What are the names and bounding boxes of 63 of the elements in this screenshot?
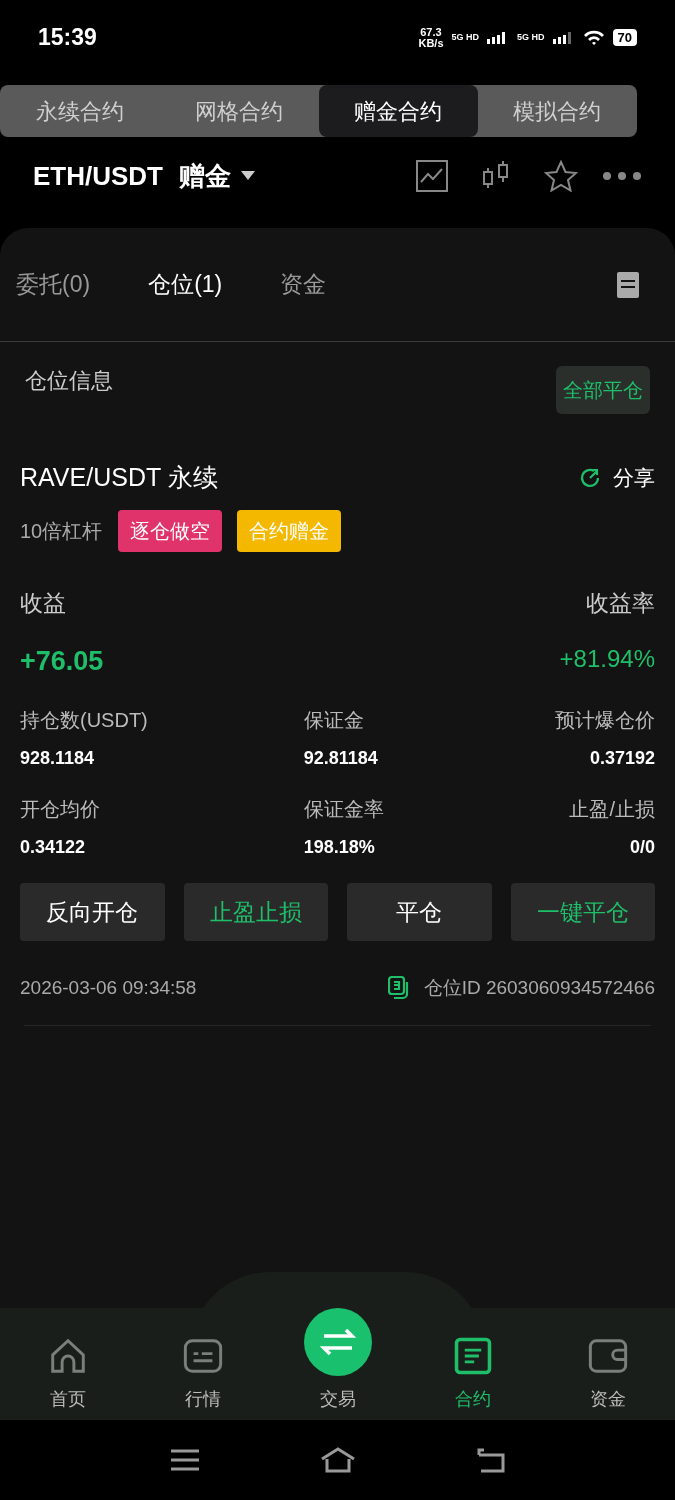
battery-icon: 70	[612, 29, 637, 46]
nav-item[interactable]: 资金	[540, 1308, 675, 1425]
symbol-title: RAVE/USDT 永续	[20, 462, 218, 494]
contract-tab[interactable]: 永续合约	[0, 85, 160, 137]
action-button[interactable]: 平仓	[347, 883, 492, 941]
nav-item[interactable]: 行情	[135, 1308, 270, 1425]
contract-tab[interactable]: 模拟合约	[477, 85, 637, 137]
dropdown-icon[interactable]	[241, 171, 255, 181]
star-icon[interactable]	[544, 160, 578, 192]
field-label: 持仓数(USDT)	[20, 708, 148, 733]
action-button[interactable]: 一键平仓	[510, 883, 655, 941]
panel-tab[interactable]: 委托(0)	[16, 267, 91, 302]
position-tag: 合约赠金	[237, 510, 342, 552]
field-value: 928.1184	[20, 747, 95, 770]
position-id: 仓位ID 2603060934572466	[423, 975, 655, 1000]
action-button[interactable]: 反向开仓	[20, 883, 165, 941]
signal-label: 5G HD	[451, 30, 479, 44]
contract-tab[interactable]: 赠金合约	[318, 85, 478, 137]
document-icon[interactable]	[617, 271, 639, 298]
pnl-rate-value: +81.94%	[559, 643, 655, 674]
field-value: 0/0	[629, 836, 655, 859]
copy-icon[interactable]	[387, 976, 410, 1000]
panel-tab[interactable]: 资金	[280, 267, 327, 302]
field-value: 198.18%	[303, 836, 375, 859]
field-value: 92.81184	[303, 747, 378, 770]
speed-unit: KB/s	[418, 37, 444, 49]
field-label: 保证金	[303, 708, 364, 733]
chart-icon[interactable]	[416, 160, 448, 192]
nav-item[interactable]: 首页	[0, 1308, 135, 1425]
mode-label[interactable]: 赠金	[179, 156, 231, 196]
wifi-icon	[582, 29, 605, 46]
leverage-label: 10倍杠杆	[20, 519, 103, 544]
field-label: 止盈/止损	[569, 797, 655, 822]
section-title: 仓位信息	[25, 366, 113, 395]
chart-board-icon[interactable]	[181, 1336, 224, 1376]
nav-item[interactable]: 合约	[405, 1308, 540, 1425]
share-link[interactable]: 分享	[613, 462, 655, 494]
pair-title[interactable]: ETH/USDT	[33, 156, 163, 196]
action-button[interactable]: 止盈止损	[183, 883, 328, 941]
network-speed: 67.3	[420, 26, 442, 38]
close-all-button[interactable]: 全部平仓	[556, 366, 650, 414]
share-icon[interactable]	[579, 467, 601, 489]
home-icon[interactable]	[319, 1447, 356, 1473]
swap-icon[interactable]	[303, 1308, 372, 1376]
field-value: 0.37192	[589, 747, 655, 770]
field-value: 0.34122	[20, 836, 86, 859]
pnl-rate-label: 收益率	[586, 589, 655, 618]
field-label: 开仓均价	[20, 797, 100, 822]
pnl-label: 收益	[20, 589, 66, 618]
position-tag: 逐仓做空	[118, 510, 223, 552]
wallet-icon[interactable]	[586, 1336, 629, 1376]
contract-tab[interactable]: 网格合约	[159, 85, 319, 137]
pnl-value: +76.05	[20, 644, 104, 678]
nav-item[interactable]: 交易	[270, 1308, 405, 1425]
field-label: 保证金率	[303, 797, 384, 822]
back-icon[interactable]	[475, 1447, 506, 1473]
open-time: 2026-03-06 09:34:58	[20, 975, 197, 1000]
field-label: 预计爆仓价	[555, 708, 655, 733]
signal-label: 5G HD	[517, 30, 545, 44]
menu-icon[interactable]	[169, 1448, 200, 1472]
clock: 15:39	[38, 23, 97, 53]
more-icon[interactable]	[602, 171, 642, 181]
panel-tab[interactable]: 仓位(1)	[148, 267, 223, 302]
